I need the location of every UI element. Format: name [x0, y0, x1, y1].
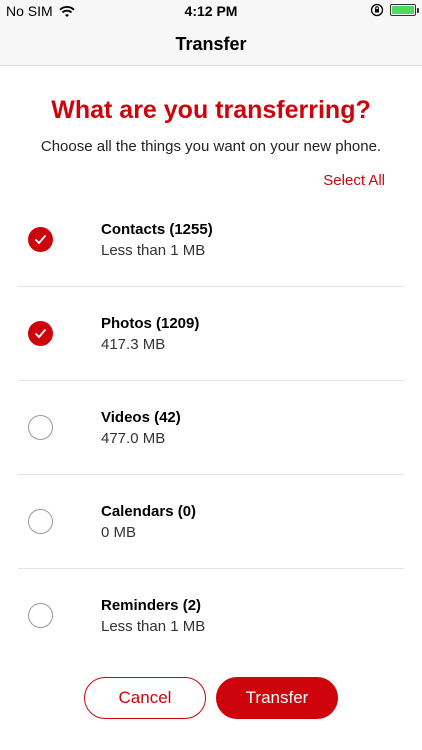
transfer-items-list: Contacts (1255) Less than 1 MB Photos (1…: [18, 193, 404, 663]
item-title: Calendars (0): [101, 503, 197, 520]
list-item-reminders[interactable]: Reminders (2) Less than 1 MB: [18, 569, 404, 663]
item-size: Less than 1 MB: [101, 242, 206, 259]
battery-icon: [390, 4, 419, 16]
status-bar: No SIM 4:12 PM: [0, 0, 422, 22]
item-title: Videos (42): [101, 409, 181, 426]
navigation-bar: Transfer: [0, 22, 422, 66]
instruction-text: Choose all the things you want on your n…: [40, 138, 382, 155]
item-size: Less than 1 MB: [101, 618, 206, 635]
checkmark-icon: [34, 328, 47, 339]
list-item-contacts[interactable]: Contacts (1255) Less than 1 MB: [18, 193, 404, 287]
item-size: 417.3 MB: [101, 336, 166, 353]
checkbox-photos[interactable]: [28, 321, 53, 346]
orientation-lock-icon: [370, 3, 384, 17]
item-size: 0 MB: [101, 524, 137, 541]
item-size: 477.0 MB: [101, 430, 166, 447]
item-title: Reminders (2): [101, 597, 202, 614]
question-heading: What are you transferring?: [51, 96, 371, 124]
checkbox-contacts[interactable]: [28, 227, 53, 252]
cancel-button[interactable]: Cancel: [84, 677, 206, 719]
list-item-videos[interactable]: Videos (42) 477.0 MB: [18, 381, 404, 475]
item-title: Contacts (1255): [101, 221, 213, 238]
transfer-button[interactable]: Transfer: [216, 677, 338, 719]
status-right: [370, 3, 419, 17]
select-all-link[interactable]: Select All: [323, 172, 385, 189]
item-title: Photos (1209): [101, 315, 200, 332]
status-time: 4:12 PM: [184, 3, 238, 19]
checkmark-icon: [34, 234, 47, 245]
checkbox-videos[interactable]: [28, 415, 53, 440]
list-item-photos[interactable]: Photos (1209) 417.3 MB: [18, 287, 404, 381]
list-item-calendars[interactable]: Calendars (0) 0 MB: [18, 475, 404, 569]
page-title: Transfer: [175, 34, 247, 54]
battery-fill: [392, 6, 414, 14]
checkbox-calendars[interactable]: [28, 509, 53, 534]
checkbox-reminders[interactable]: [28, 603, 53, 628]
battery-nub: [417, 8, 419, 13]
